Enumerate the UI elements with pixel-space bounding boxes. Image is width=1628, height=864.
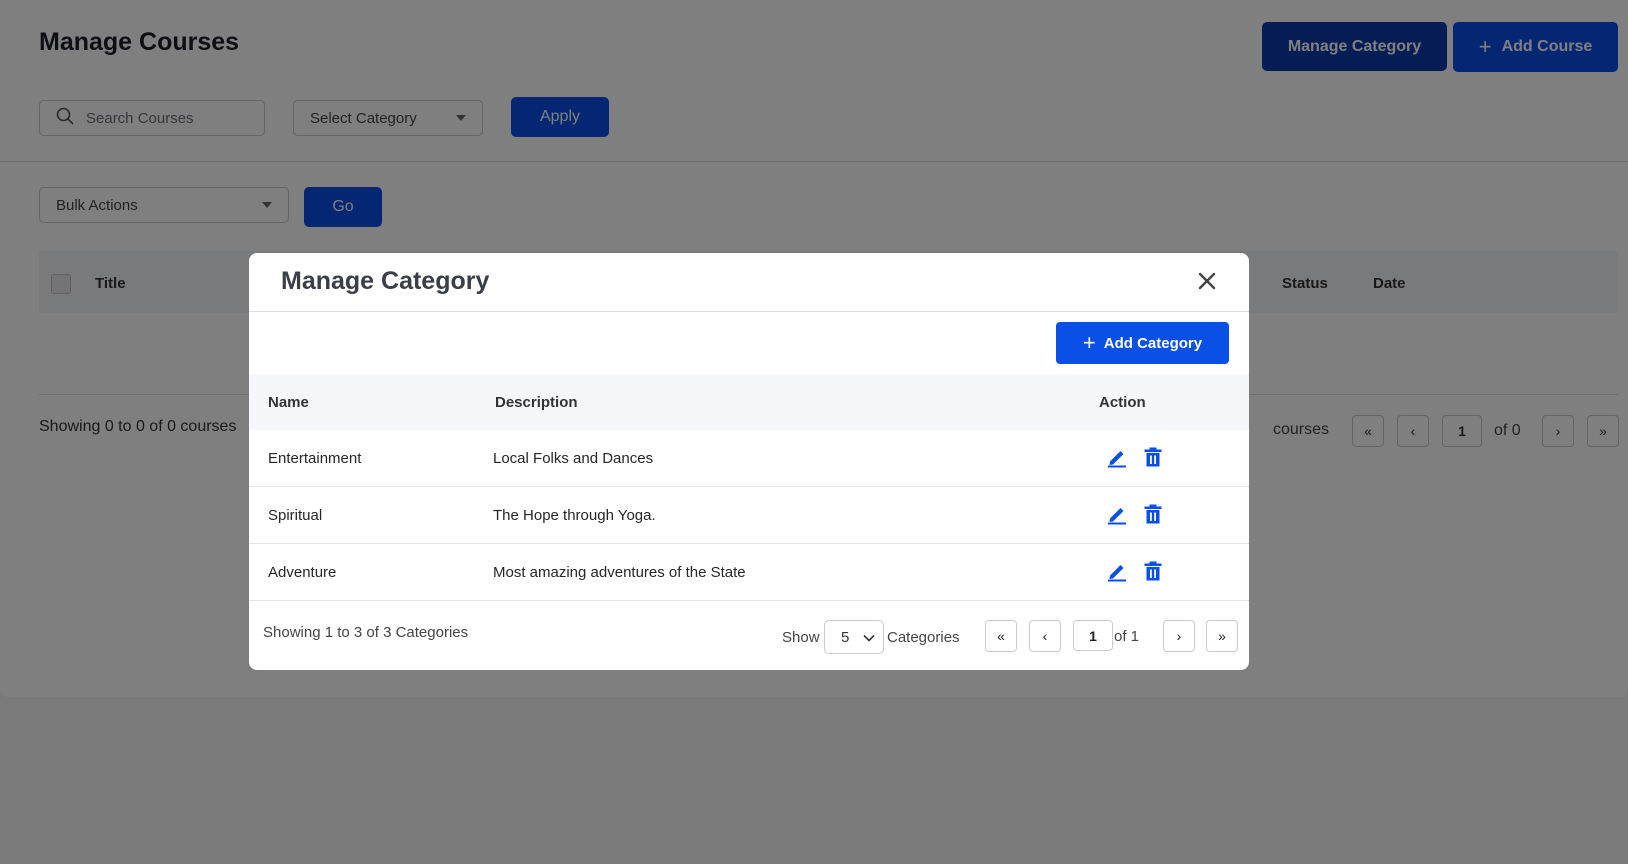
table-row: Entertainment Local Folks and Dances: [249, 430, 1249, 487]
pencil-icon[interactable]: [1106, 446, 1128, 468]
category-name: Spiritual: [268, 507, 323, 524]
current-page-input[interactable]: [1073, 620, 1113, 651]
page-of-text: of 1: [1114, 628, 1140, 645]
table-row: Adventure Most amazing adventures of the…: [249, 544, 1249, 601]
prev-page-button[interactable]: ‹: [1029, 620, 1061, 652]
category-description: Local Folks and Dances: [493, 450, 654, 467]
pencil-icon[interactable]: [1106, 503, 1128, 525]
category-name: Entertainment: [268, 450, 362, 467]
column-action: Action: [1099, 394, 1146, 411]
modal-title: Manage Category: [281, 267, 490, 295]
trash-icon[interactable]: [1142, 446, 1164, 468]
per-page-suffix: Categories: [887, 629, 960, 646]
per-page-select[interactable]: 5: [824, 620, 884, 654]
category-description: The Hope through Yoga.: [493, 507, 656, 524]
manage-category-modal: Manage Category + Add Category Name Desc…: [249, 253, 1249, 670]
first-page-button[interactable]: «: [985, 620, 1017, 652]
show-label: Show: [782, 629, 820, 646]
modal-header-divider: [249, 311, 1249, 312]
per-page-value: 5: [841, 628, 850, 646]
close-icon: [1197, 271, 1217, 296]
add-category-label: Add Category: [1103, 334, 1203, 352]
trash-icon[interactable]: [1142, 503, 1164, 525]
add-category-button[interactable]: + Add Category: [1056, 322, 1229, 364]
table-row: Spiritual The Hope through Yoga.: [249, 487, 1249, 544]
next-page-button[interactable]: ›: [1163, 620, 1195, 652]
column-description: Description: [495, 394, 578, 411]
column-name: Name: [268, 394, 309, 411]
last-page-button[interactable]: »: [1206, 620, 1238, 652]
pencil-icon[interactable]: [1106, 560, 1128, 582]
category-name: Adventure: [268, 564, 337, 581]
categories-showing-text: Showing 1 to 3 of 3 Categories: [263, 624, 469, 641]
category-description: Most amazing adventures of the State: [493, 564, 746, 581]
chevron-down-icon: [863, 629, 875, 646]
close-button[interactable]: [1195, 271, 1219, 295]
trash-icon[interactable]: [1142, 560, 1164, 582]
plus-icon: +: [1082, 330, 1096, 355]
